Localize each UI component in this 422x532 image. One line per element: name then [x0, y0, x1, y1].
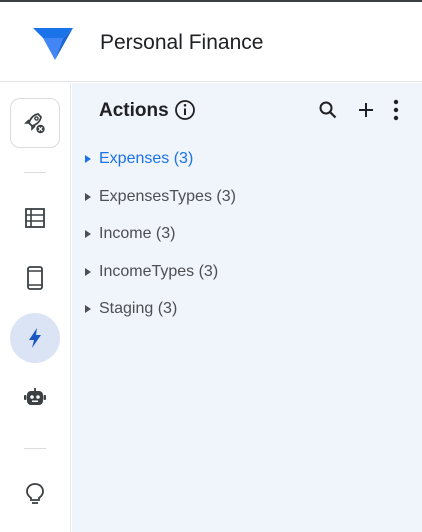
search-icon: [319, 101, 337, 119]
robot-icon: [24, 388, 46, 405]
tree-item-label: ExpensesTypes (3): [99, 188, 236, 205]
panel-title: Actions: [99, 100, 169, 121]
tree-item-label: Staging (3): [99, 300, 178, 317]
caret-right-icon: [85, 305, 91, 313]
nav-rail: [0, 83, 71, 532]
rail-data-button[interactable]: [10, 193, 60, 243]
rail-automation-button[interactable]: [10, 313, 60, 363]
more-vert-icon: [393, 99, 399, 121]
search-button[interactable]: [316, 98, 340, 122]
lightbulb-icon: [26, 483, 44, 504]
rail-bots-button[interactable]: [10, 373, 60, 423]
tree-item-income[interactable]: Income (3): [72, 219, 422, 249]
rocket-icon: [24, 113, 45, 134]
rail-divider: [24, 448, 46, 449]
app-header: Personal Finance: [0, 2, 422, 82]
info-icon[interactable]: [174, 99, 196, 121]
app-logo-icon: [33, 28, 73, 60]
add-icon: [359, 103, 373, 117]
tree-item-label: IncomeTypes (3): [99, 263, 219, 280]
caret-right-icon: [85, 155, 91, 163]
rail-deploy-button[interactable]: [10, 98, 60, 148]
caret-right-icon: [85, 268, 91, 276]
table-icon: [25, 208, 45, 228]
tree-item-expensestypes[interactable]: ExpensesTypes (3): [72, 182, 422, 212]
phone-icon: [27, 266, 43, 290]
tree-item-label: Income (3): [99, 225, 176, 242]
app-title: Personal Finance: [100, 31, 264, 54]
rail-app-button[interactable]: [10, 253, 60, 303]
bolt-icon: [29, 328, 41, 348]
actions-panel: Actions Expenses (3) ExpensesTypes (3) I…: [72, 83, 422, 532]
caret-right-icon: [85, 230, 91, 238]
tree-item-staging[interactable]: Staging (3): [72, 294, 422, 324]
caret-right-icon: [85, 193, 91, 201]
rail-insights-button[interactable]: [10, 469, 60, 519]
tree-item-expenses[interactable]: Expenses (3): [72, 144, 422, 174]
more-options-button[interactable]: [384, 98, 408, 122]
tree-item-incometypes[interactable]: IncomeTypes (3): [72, 257, 422, 287]
add-button[interactable]: [354, 98, 378, 122]
rail-divider: [24, 172, 46, 173]
tree-item-label: Expenses (3): [99, 150, 194, 167]
